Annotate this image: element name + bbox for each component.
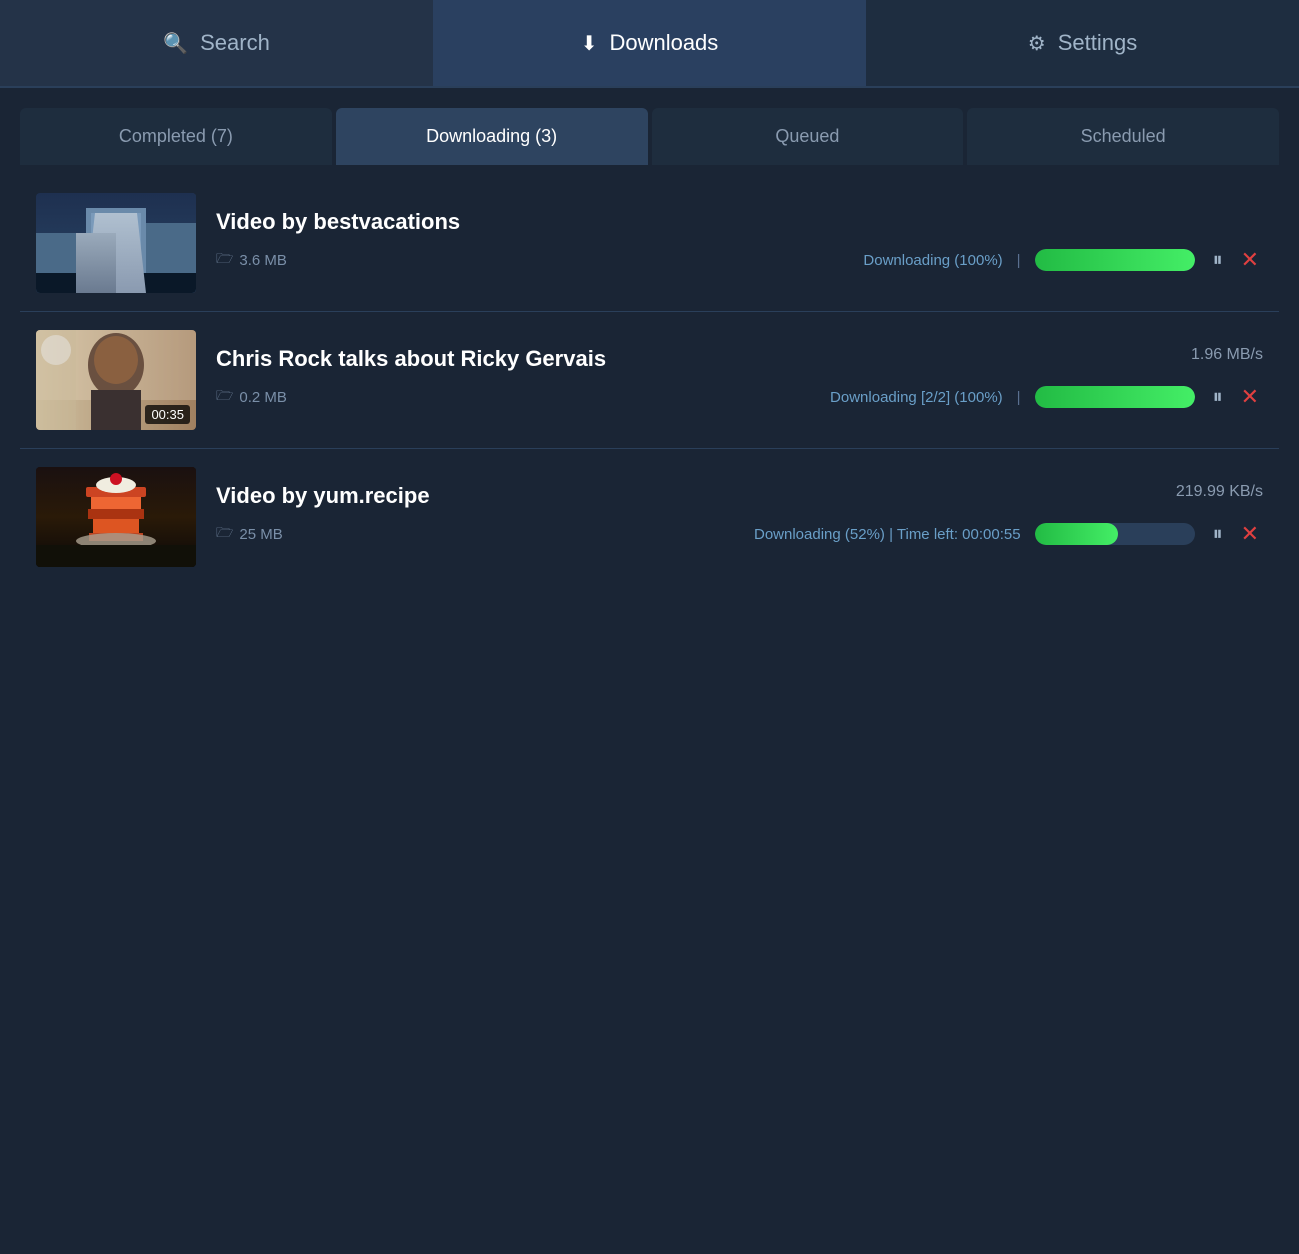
- item-title-1: Video by bestvacations: [216, 209, 460, 235]
- nav-search-label: Search: [200, 30, 270, 56]
- tab-downloading[interactable]: Downloading (3): [336, 108, 648, 165]
- tab-completed[interactable]: Completed (7): [20, 108, 332, 165]
- thumbnail-1: [36, 193, 196, 293]
- separator-inner-3: |: [889, 526, 897, 543]
- pause-button-1[interactable]: ⏸: [1209, 245, 1227, 276]
- file-size-value-1: 3.6 MB: [239, 252, 287, 269]
- file-size-3: 🗁 25 MB: [216, 522, 283, 546]
- item-info-2: Chris Rock talks about Ricky Gervais 1.9…: [216, 346, 1263, 414]
- progress-fill-3: [1035, 523, 1118, 545]
- item-meta-1: 🗁 3.6 MB Downloading (100%) | ⏸ ✕: [216, 243, 1263, 277]
- item-info-3: Video by yum.recipe 219.99 KB/s 🗁 25 MB …: [216, 483, 1263, 551]
- cancel-button-3[interactable]: ✕: [1237, 517, 1263, 551]
- nav-downloads[interactable]: ⬇ Downloads: [433, 0, 866, 86]
- pause-button-3[interactable]: ⏸: [1209, 519, 1227, 550]
- tabs-bar: Completed (7) Downloading (3) Queued Sch…: [0, 88, 1299, 165]
- thumbnail-image-3: [36, 467, 196, 567]
- file-size-value-2: 0.2 MB: [239, 389, 287, 406]
- search-icon: 🔍: [163, 31, 188, 56]
- pause-button-2[interactable]: ⏸: [1209, 382, 1227, 413]
- thumbnail-3: [36, 467, 196, 567]
- nav-search[interactable]: 🔍 Search: [0, 0, 433, 86]
- status-text-1: Downloading (100%): [863, 252, 1002, 269]
- status-row-2: Downloading [2/2] (100%) | ⏸ ✕: [303, 380, 1263, 414]
- action-buttons-1: ⏸ ✕: [1209, 243, 1263, 277]
- top-navigation: 🔍 Search ⬇ Downloads ⚙ Settings: [0, 0, 1299, 88]
- progress-fill-1: [1035, 249, 1195, 271]
- item-meta-3: 🗁 25 MB Downloading (52%) | Time left: 0…: [216, 517, 1263, 551]
- cancel-button-2[interactable]: ✕: [1237, 380, 1263, 414]
- separator-2: |: [1017, 389, 1021, 406]
- thumbnail-2: 00:35: [36, 330, 196, 430]
- file-size-1: 🗁 3.6 MB: [216, 248, 287, 272]
- status-text-3: Downloading (52%) | Time left: 00:00:55: [754, 526, 1021, 543]
- progress-bar-1: [1035, 249, 1195, 271]
- status-row-1: Downloading (100%) | ⏸ ✕: [303, 243, 1263, 277]
- status-row-3: Downloading (52%) | Time left: 00:00:55 …: [299, 517, 1263, 551]
- progress-bar-2: [1035, 386, 1195, 408]
- item-speed-3: 219.99 KB/s: [1176, 483, 1263, 501]
- folder-icon-1: 🗁: [216, 248, 233, 272]
- nav-settings-label: Settings: [1058, 30, 1138, 56]
- tab-scheduled[interactable]: Scheduled: [967, 108, 1279, 165]
- settings-icon: ⚙: [1028, 31, 1046, 56]
- item-title-2: Chris Rock talks about Ricky Gervais: [216, 346, 606, 372]
- downloads-content: Video by bestvacations 🗁 3.6 MB Download…: [0, 165, 1299, 605]
- action-buttons-3: ⏸ ✕: [1209, 517, 1263, 551]
- cancel-button-1[interactable]: ✕: [1237, 243, 1263, 277]
- download-icon: ⬇: [581, 31, 598, 56]
- folder-icon-2: 🗁: [216, 385, 233, 409]
- file-size-value-3: 25 MB: [239, 526, 282, 543]
- tab-queued[interactable]: Queued: [652, 108, 964, 165]
- download-item: Video by bestvacations 🗁 3.6 MB Download…: [20, 175, 1279, 312]
- duration-badge-2: 00:35: [145, 405, 190, 424]
- item-info-1: Video by bestvacations 🗁 3.6 MB Download…: [216, 209, 1263, 277]
- file-size-2: 🗁 0.2 MB: [216, 385, 287, 409]
- nav-downloads-label: Downloads: [609, 30, 718, 56]
- download-item-2: 00:35 Chris Rock talks about Ricky Gerva…: [20, 312, 1279, 449]
- thumbnail-image-1: [36, 193, 196, 293]
- item-header-3: Video by yum.recipe 219.99 KB/s: [216, 483, 1263, 509]
- status-text-2: Downloading [2/2] (100%): [830, 389, 1003, 406]
- item-meta-2: 🗁 0.2 MB Downloading [2/2] (100%) | ⏸ ✕: [216, 380, 1263, 414]
- download-item-3: Video by yum.recipe 219.99 KB/s 🗁 25 MB …: [20, 449, 1279, 585]
- nav-settings[interactable]: ⚙ Settings: [866, 0, 1299, 86]
- item-header-2: Chris Rock talks about Ricky Gervais 1.9…: [216, 346, 1263, 372]
- action-buttons-2: ⏸ ✕: [1209, 380, 1263, 414]
- item-speed-2: 1.96 MB/s: [1191, 346, 1263, 364]
- separator-1: |: [1017, 252, 1021, 269]
- folder-icon-3: 🗁: [216, 522, 233, 546]
- item-header-1: Video by bestvacations: [216, 209, 1263, 235]
- progress-bar-3: [1035, 523, 1195, 545]
- progress-fill-2: [1035, 386, 1195, 408]
- item-title-3: Video by yum.recipe: [216, 483, 430, 509]
